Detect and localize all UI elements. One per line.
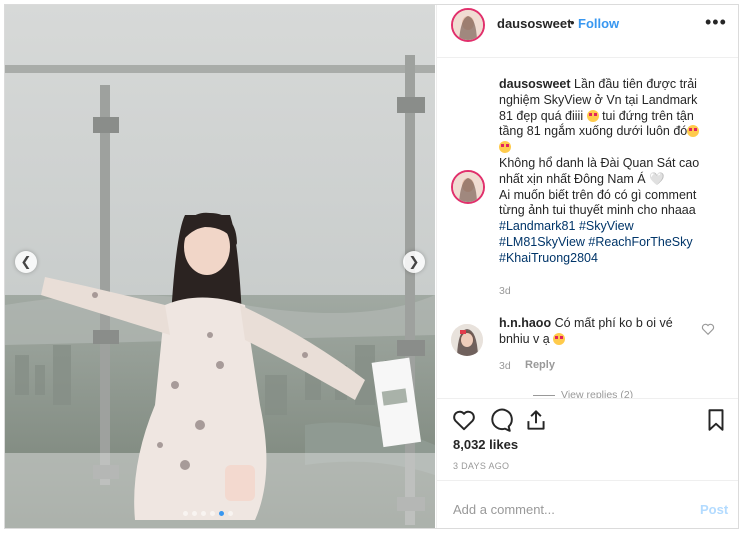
carousel-dot [210,511,215,516]
carousel-dot [183,511,188,516]
comment-item: h.n.haoo Có mất phí ko b oi vé bnhiu v ạ [499,315,699,347]
like-comment-heart-icon[interactable] [701,322,715,336]
heart-eyes-emoji-icon [586,109,599,122]
heart-icon[interactable] [451,407,477,433]
hashtag-link[interactable]: #LM81SkyView [499,235,585,249]
post-side-panel: dausosweet • Follow ••• dausosweet Lần đ… [436,5,738,528]
thinking-emoji-icon [553,333,566,345]
avatar[interactable] [451,8,485,42]
bookmark-icon[interactable] [703,407,729,433]
hashtag-link[interactable]: #ReachForTheSky [588,235,692,249]
reply-button[interactable]: Reply [525,359,555,371]
caption-text-2: Không hổ danh là Đài Quan Sát cao nhất x… [499,155,700,186]
hashtag-link[interactable]: #KhaiTruong2804 [499,251,598,265]
next-photo-button[interactable]: ❯ [403,251,425,273]
comment-icon[interactable] [487,407,513,433]
carousel-dot [228,511,233,516]
comment-avatar[interactable] [451,324,483,356]
post-caption: dausosweet Lần đầu tiên được trải nghiệm… [499,77,713,267]
view-replies-link[interactable]: View replies (2) [533,389,633,398]
carousel-indicator [183,511,233,516]
likes-count[interactable]: 8,032 likes [453,437,518,452]
carousel-dot [219,511,224,516]
heart-eyes-emoji-icon [687,125,700,138]
share-icon[interactable] [523,407,549,433]
post-header: dausosweet • Follow ••• [437,5,738,58]
add-comment-input[interactable]: Add a comment... [453,502,555,517]
comment-time: 3d [499,360,511,372]
previous-photo-button[interactable]: ❮ [15,251,37,273]
comment-username[interactable]: h.n.haoo [499,316,551,330]
caption-text-3: Ai muốn biết trên đó có gì comment từng … [499,187,697,218]
post-card: ❮ ❯ dausosweet • Follow ••• dausosweet L… [4,4,739,529]
add-comment-bar: Add a comment... Post [437,480,738,528]
hashtag-link[interactable]: #SkyView [579,219,634,233]
post-photo[interactable]: ❮ ❯ [5,5,435,528]
caption-username[interactable]: dausosweet [499,77,571,91]
comments-section[interactable]: dausosweet Lần đầu tiên được trải nghiệm… [437,58,738,398]
follow-button[interactable]: Follow [578,16,619,31]
post-image [5,5,435,528]
hashtag-link[interactable]: #Landmark81 [499,219,575,233]
separator-dot: • [570,15,575,30]
caption-time: 3d [499,285,511,297]
caption-avatar[interactable] [451,170,485,204]
posted-time: 3 DAYS AGO [453,461,510,471]
heart-eyes-emoji-icon [499,141,511,154]
carousel-dot [192,511,197,516]
post-username[interactable]: dausosweet [497,16,571,31]
more-options-icon[interactable]: ••• [705,12,727,33]
post-button[interactable]: Post [700,502,728,517]
post-actions: 8,032 likes 3 DAYS AGO [437,398,738,481]
carousel-dot [201,511,206,516]
